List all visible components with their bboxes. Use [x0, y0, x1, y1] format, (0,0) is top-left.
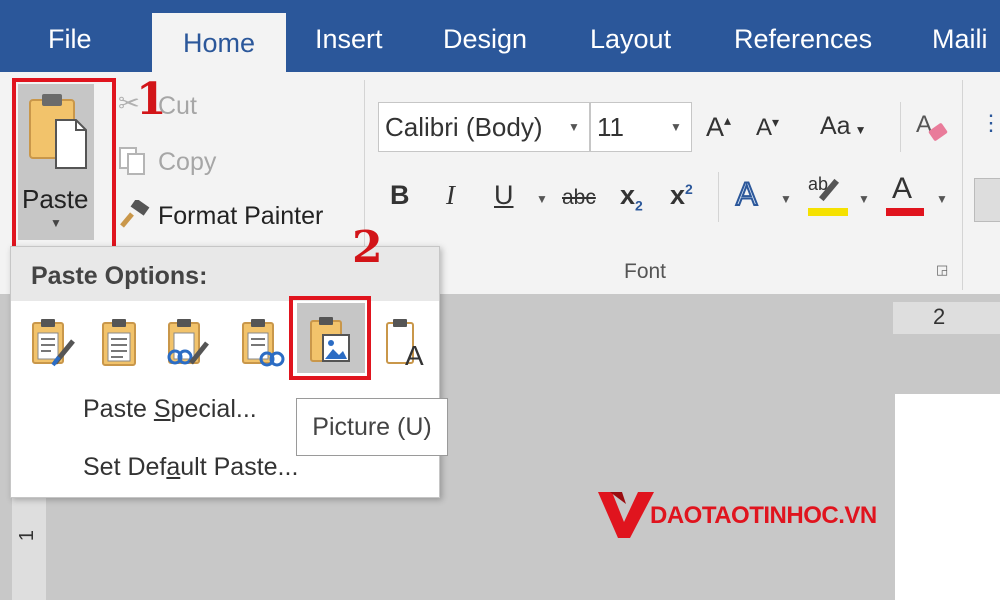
tab-insert[interactable]: Insert	[315, 24, 383, 55]
tab-home[interactable]: Home	[152, 13, 286, 75]
bullets-icon[interactable]: ⋮	[980, 110, 1000, 136]
paste-special-text-b: pecial...	[170, 395, 257, 423]
underline-button[interactable]: U	[494, 180, 514, 211]
picture-tooltip: Picture (U)	[296, 398, 448, 456]
step2-highlight	[289, 296, 371, 380]
copy-button[interactable]: Copy	[158, 148, 216, 177]
tab-layout[interactable]: Layout	[590, 24, 671, 55]
group-separator	[718, 172, 719, 222]
copy-icon	[119, 147, 145, 175]
set-default-text-b: ult Paste...	[180, 453, 299, 481]
paste-link-icon[interactable]	[239, 317, 285, 369]
font-name-value: Calibri (Body)	[385, 112, 543, 142]
paste-text-only-icon[interactable]: A	[383, 317, 429, 369]
text-effects-dropdown-icon[interactable]: ▼	[780, 192, 792, 206]
step2-number: 2	[352, 222, 383, 273]
paste-special-accel: S	[153, 395, 171, 423]
font-name-dropdown-icon[interactable]: ▼	[568, 120, 580, 134]
watermark: DAOTAOTINHOC.VN	[596, 488, 896, 542]
horizontal-ruler: 2	[893, 302, 1000, 334]
paste-keep-source-icon[interactable]	[29, 317, 75, 369]
tab-file[interactable]: File	[48, 24, 92, 55]
tab-design[interactable]: Design	[443, 24, 527, 55]
group-separator	[900, 102, 901, 152]
font-name-box[interactable]: Calibri (Body)	[378, 102, 590, 152]
scissors-icon: ✂	[118, 88, 140, 118]
ruler-mark: 1	[16, 529, 39, 542]
step1-highlight	[12, 78, 116, 254]
highlight-button[interactable]: ab	[806, 174, 848, 220]
font-color-button[interactable]: A	[884, 172, 924, 220]
font-group-label: Font	[624, 260, 667, 283]
strikethrough-button[interactable]: abc	[562, 186, 596, 210]
change-case-label: Aa	[820, 112, 851, 140]
underline-dropdown-icon[interactable]: ▼	[536, 192, 548, 206]
subscript-base: x	[620, 180, 636, 210]
tab-mailings[interactable]: Maili	[932, 24, 988, 55]
group-separator	[962, 80, 963, 290]
set-default-text-a: Set Def	[83, 453, 167, 481]
ribbon-tab-bar: File Home Insert Design Layout Reference…	[0, 0, 1000, 75]
clear-formatting-icon[interactable]: A	[912, 106, 952, 146]
align-left-button[interactable]	[974, 178, 1000, 222]
font-color-letter: A	[892, 172, 913, 205]
watermark-logo-icon	[598, 492, 654, 538]
font-color-bar	[886, 208, 924, 216]
font-dialog-launcher-icon[interactable]: ◲	[936, 262, 948, 278]
vertical-ruler: 1	[12, 490, 46, 600]
format-painter-icon	[120, 200, 150, 228]
ruler-mark: 2	[933, 304, 946, 329]
font-size-dropdown-icon[interactable]: ▼	[670, 120, 682, 134]
paste-special-text-a: Paste	[83, 395, 154, 423]
svg-text:A: A	[405, 340, 424, 369]
highlight-dropdown-icon[interactable]: ▼	[858, 192, 870, 206]
paste-dest-styles-icon[interactable]	[163, 317, 209, 369]
format-painter-button[interactable]: Format Painter	[158, 202, 323, 231]
italic-button[interactable]: I	[446, 180, 455, 211]
paste-options-menu: Paste Options: A Paste Special... Set De…	[10, 246, 440, 498]
superscript-mark: 2	[685, 181, 693, 197]
subscript-button[interactable]: x2	[620, 180, 643, 213]
bold-button[interactable]: B	[390, 180, 410, 211]
superscript-base: x	[670, 180, 686, 210]
shrink-font-icon[interactable]: A▾	[756, 114, 779, 142]
document-page[interactable]	[895, 394, 1000, 600]
text-effects-button[interactable]: A	[735, 175, 758, 213]
subscript-mark: 2	[635, 197, 643, 214]
cut-button[interactable]: Cut	[158, 92, 197, 121]
highlight-color-bar	[808, 208, 848, 216]
set-default-accel: a	[166, 453, 181, 481]
grow-font-icon[interactable]: A▴	[706, 112, 731, 143]
paste-special-menu-item[interactable]: Paste Special...	[83, 395, 257, 424]
tab-references[interactable]: References	[734, 24, 872, 55]
paste-merge-icon[interactable]	[97, 317, 143, 369]
font-size-value: 11	[597, 112, 624, 142]
superscript-button[interactable]: x2	[670, 180, 693, 211]
watermark-text: DAOTAOTINHOC.VN	[650, 502, 877, 529]
change-case-button[interactable]: Aa ▼	[820, 112, 866, 141]
font-color-dropdown-icon[interactable]: ▼	[936, 192, 948, 206]
set-default-paste-menu-item[interactable]: Set Default Paste...	[83, 453, 298, 482]
